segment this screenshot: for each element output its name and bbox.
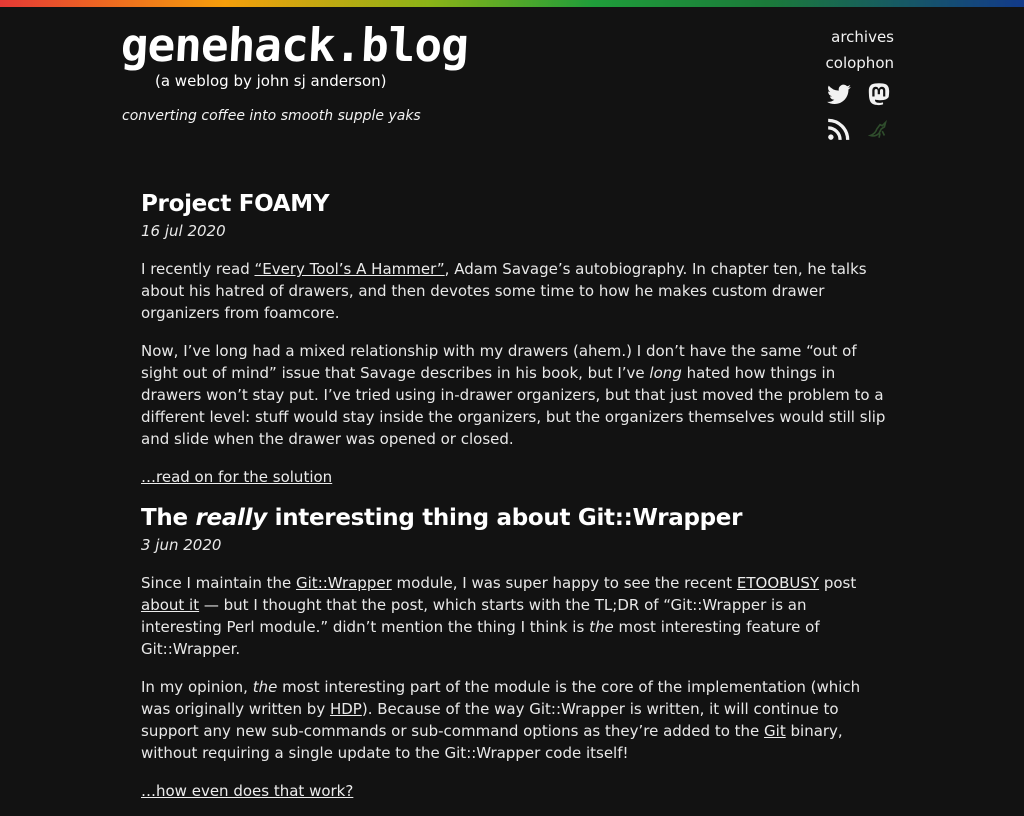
post-title-text[interactable]: Project FOAMY bbox=[141, 191, 330, 217]
post-list: Project FOAMY 16 jul 2020 I recently rea… bbox=[141, 188, 891, 816]
post-date: 16 jul 2020 bbox=[141, 222, 226, 240]
nav-colophon-link[interactable]: colophon bbox=[826, 50, 894, 76]
link-every-tools-a-hammer[interactable]: “Every Tool’s A Hammer” bbox=[254, 260, 444, 278]
post-paragraph: In my opinion, the most interesting part… bbox=[141, 678, 861, 762]
link-etoobusy[interactable]: ETOOBUSY bbox=[737, 574, 819, 592]
site-tagline: converting coffee into smooth supple yak… bbox=[122, 108, 421, 124]
post-paragraph: Now, I’ve long had a mixed relationship … bbox=[141, 342, 886, 448]
masthead: genehack.blog (a weblog by john sj ander… bbox=[120, 18, 902, 132]
post-title[interactable]: The really interesting thing about Git::… bbox=[141, 502, 891, 534]
bird-icon[interactable] bbox=[866, 116, 892, 142]
site-logo[interactable]: genehack.blog bbox=[120, 18, 902, 72]
link-about-it[interactable]: about it bbox=[141, 596, 199, 614]
post-date: 3 jun 2020 bbox=[141, 536, 222, 554]
twitter-icon[interactable] bbox=[826, 82, 852, 108]
post-paragraph: Since I maintain the Git::Wrapper module… bbox=[141, 574, 857, 658]
rainbow-stripe bbox=[0, 0, 1024, 7]
link-git-wrapper[interactable]: Git::Wrapper bbox=[296, 574, 392, 592]
mastodon-icon[interactable] bbox=[866, 82, 892, 108]
social-icons bbox=[826, 82, 894, 142]
post-title[interactable]: Project FOAMY bbox=[141, 188, 891, 220]
read-more-link[interactable]: …how even does that work? bbox=[141, 780, 353, 802]
post-project-foamy: Project FOAMY 16 jul 2020 I recently rea… bbox=[141, 188, 891, 488]
post-git-wrapper: The really interesting thing about Git::… bbox=[141, 502, 891, 802]
read-more-link[interactable]: …read on for the solution bbox=[141, 466, 332, 488]
link-hdp[interactable]: HDP bbox=[330, 700, 362, 718]
nav-archives-link[interactable]: archives bbox=[826, 24, 894, 50]
rss-icon[interactable] bbox=[826, 116, 852, 142]
post-paragraph: I recently read “Every Tool’s A Hammer”,… bbox=[141, 260, 867, 322]
site-byline: (a weblog by john sj anderson) bbox=[155, 72, 387, 90]
top-nav: archives colophon bbox=[826, 24, 894, 142]
link-git[interactable]: Git bbox=[764, 722, 786, 740]
